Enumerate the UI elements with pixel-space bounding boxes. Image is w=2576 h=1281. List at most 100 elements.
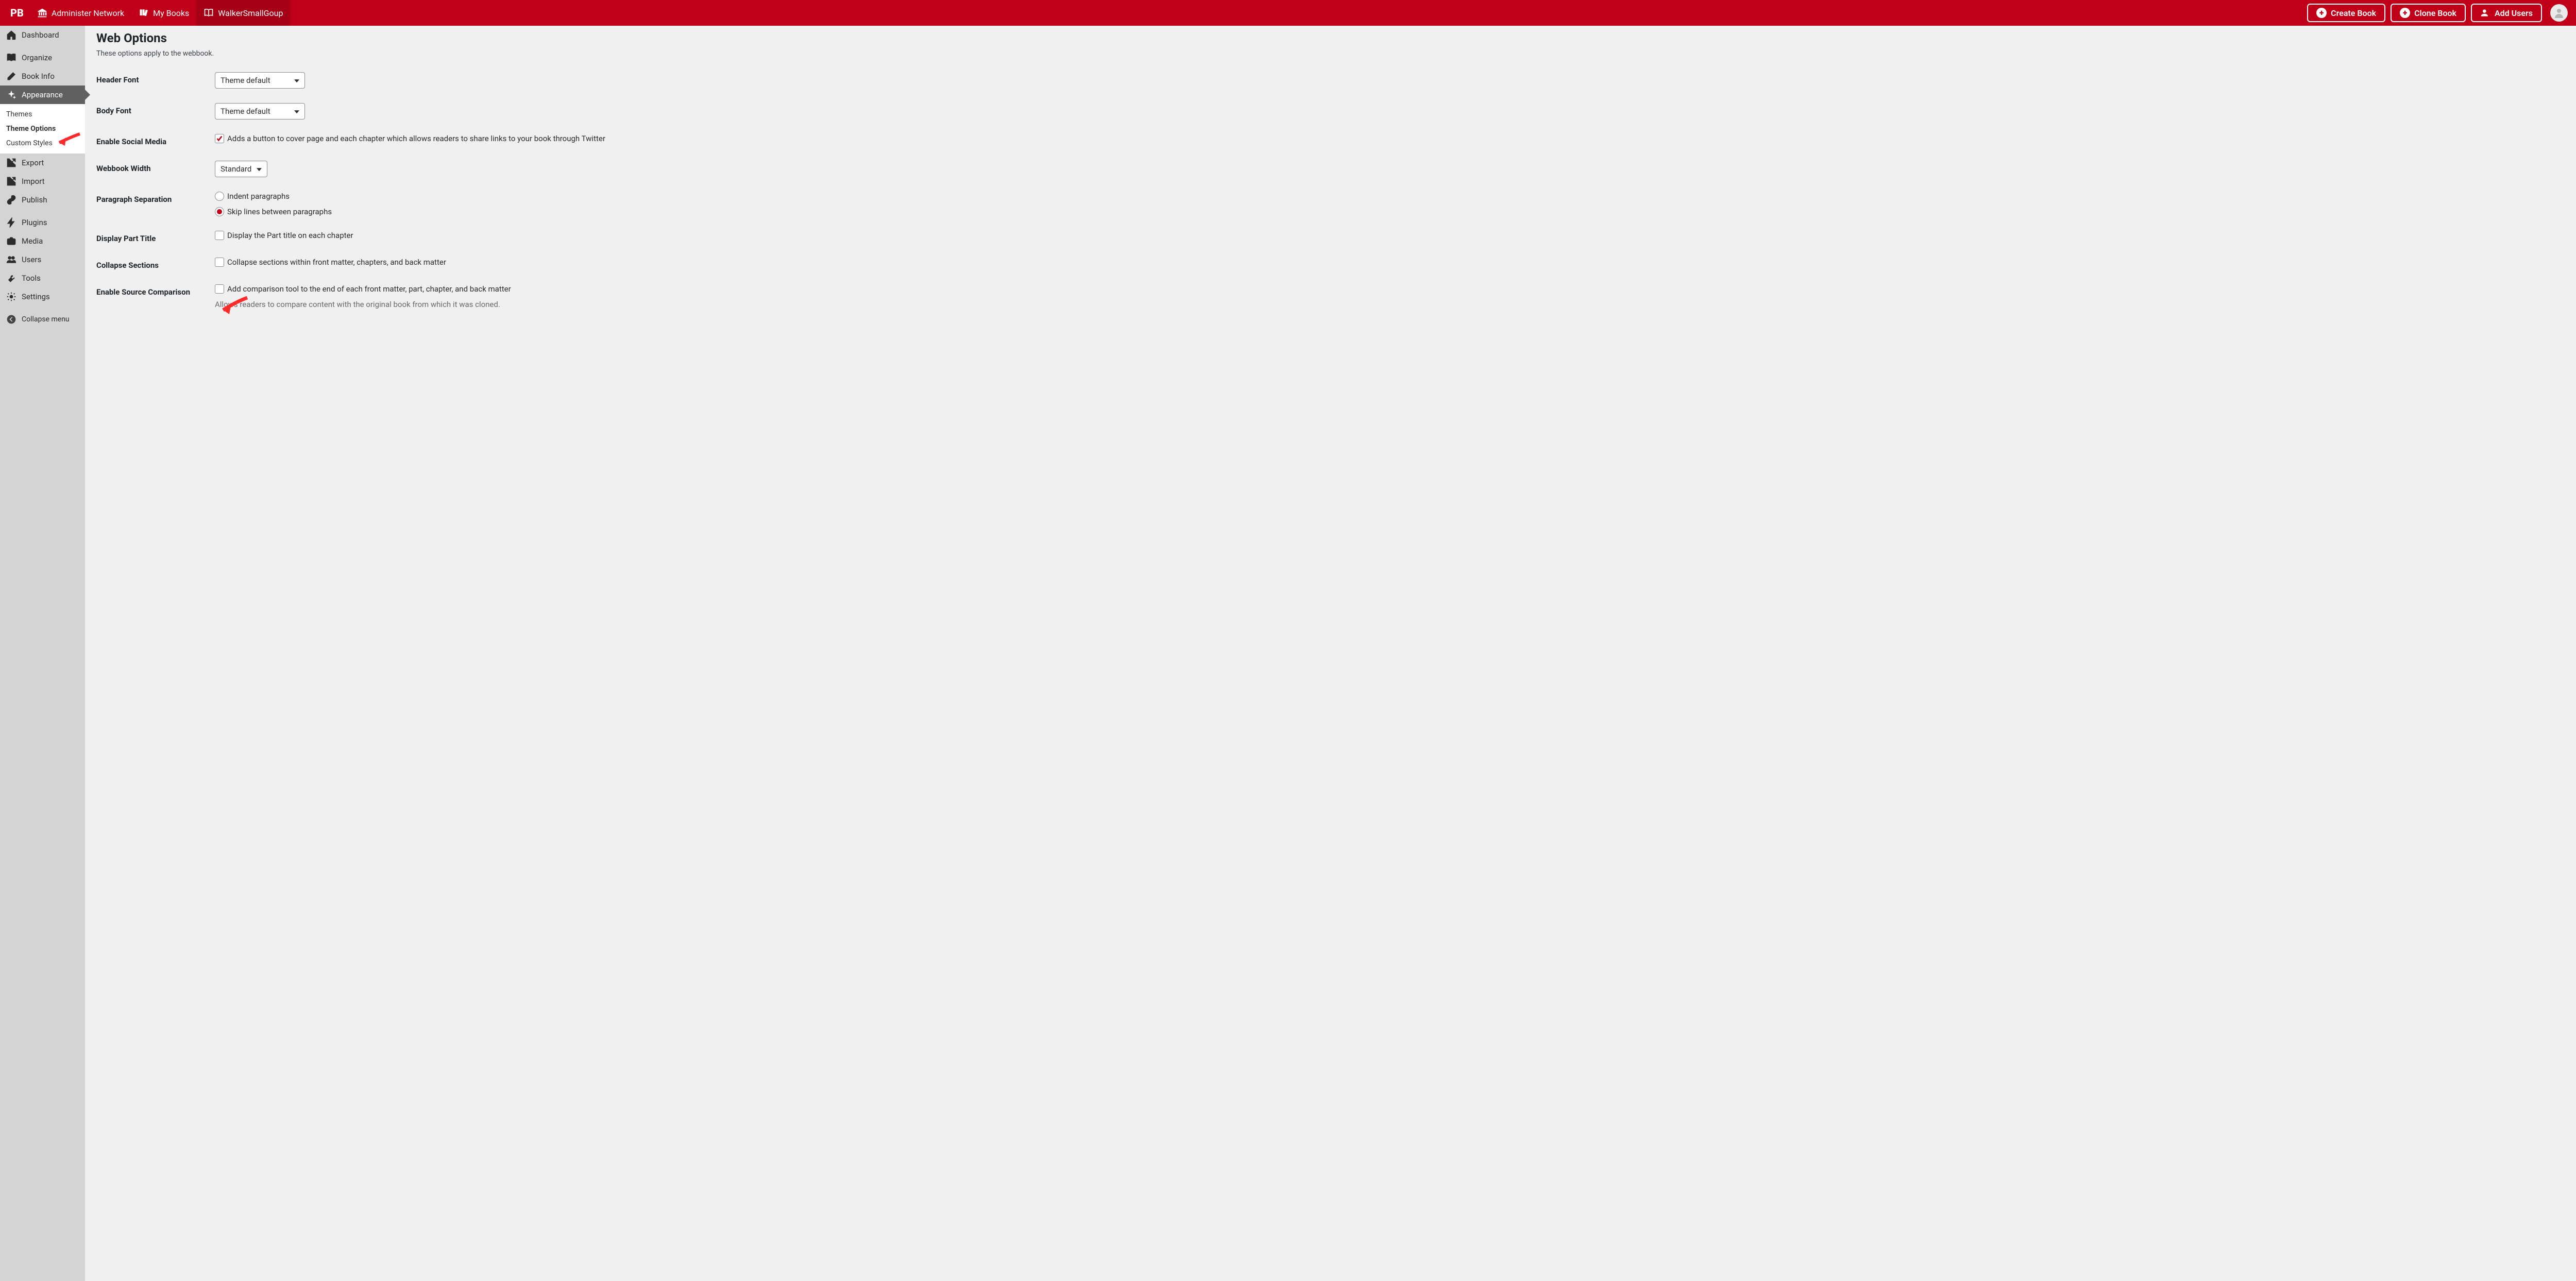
label-header-font: Header Font: [96, 72, 215, 84]
row-webbook-width: Webbook Width Standard: [96, 161, 2565, 177]
gear-icon: [6, 292, 16, 302]
bolt-icon: [6, 217, 16, 228]
page-description: These options apply to the webbook.: [96, 49, 2565, 58]
sidebar-item-label: Appearance: [22, 90, 63, 99]
sidebar-item-tools[interactable]: Tools: [0, 269, 85, 287]
home-icon: [6, 30, 16, 40]
building-icon: [37, 8, 47, 18]
my-books[interactable]: My Books: [131, 0, 196, 26]
checkbox-source-comparison[interactable]: [215, 284, 224, 294]
books-icon: [139, 8, 149, 18]
sidebar-item-label: Tools: [22, 274, 41, 283]
export-icon: [6, 158, 16, 168]
sidebar-item-label: Book Info: [22, 72, 55, 81]
checkbox-display-part-title[interactable]: [215, 231, 224, 240]
sidebar-sub-themes[interactable]: Themes: [0, 107, 85, 122]
sidebar-sub-custom-styles[interactable]: Custom Styles: [0, 136, 85, 150]
label-collapse-sections: Collapse Sections: [96, 258, 215, 270]
add-users-label: Add Users: [2495, 8, 2533, 18]
sidebar-item-book-info[interactable]: Book Info: [0, 67, 85, 86]
sidebar-item-label: Users: [22, 255, 41, 264]
sidebar-item-label: Organize: [22, 53, 52, 62]
wrench-icon: [6, 273, 16, 283]
sidebar-item-label: Publish: [22, 195, 47, 204]
plus-icon: +: [2400, 8, 2410, 18]
sidebar-item-plugins[interactable]: Plugins: [0, 213, 85, 232]
administer-network-label: Administer Network: [52, 8, 124, 18]
sidebar-item-label: Export: [22, 158, 44, 167]
edit-icon: [6, 71, 16, 81]
collapse-menu-label: Collapse menu: [22, 315, 70, 323]
checkbox-social-media-label: Adds a button to cover page and each cha…: [227, 134, 605, 143]
create-book-label: Create Book: [2331, 8, 2376, 18]
sidebar-item-label: Plugins: [22, 218, 47, 227]
plus-icon: +: [2316, 8, 2327, 18]
add-users-button[interactable]: Add Users: [2471, 4, 2542, 22]
sidebar-item-dashboard[interactable]: Dashboard: [0, 26, 85, 44]
label-display-part-title: Display Part Title: [96, 231, 215, 243]
content: Web Options These options apply to the w…: [85, 26, 2576, 1281]
sidebar-item-publish[interactable]: Publish: [0, 191, 85, 209]
label-paragraph-separation: Paragraph Separation: [96, 192, 215, 204]
row-collapse-sections: Collapse Sections Collapse sections with…: [96, 258, 2565, 270]
my-books-label: My Books: [153, 8, 189, 18]
row-paragraph-separation: Paragraph Separation Indent paragraphs S…: [96, 192, 2565, 216]
checkbox-collapse-sections-label: Collapse sections within front matter, c…: [227, 258, 446, 267]
sidebar-item-export[interactable]: Export: [0, 153, 85, 172]
sidebar-item-label: Import: [22, 177, 45, 186]
clone-book-label: Clone Book: [2414, 8, 2456, 18]
select-header-font[interactable]: Theme default: [215, 72, 305, 89]
camera-icon: [6, 236, 16, 246]
row-header-font: Header Font Theme default: [96, 72, 2565, 89]
topbar-right: + Create Book + Clone Book Add Users: [2307, 4, 2572, 22]
checkbox-source-comparison-label: Add comparison tool to the end of each f…: [227, 284, 511, 294]
link-icon: [6, 195, 16, 205]
topbar: PB Administer Network My Books WalkerSma…: [0, 0, 2576, 26]
clone-book-button[interactable]: + Clone Book: [2391, 4, 2466, 22]
administer-network[interactable]: Administer Network: [30, 0, 131, 26]
row-source-comparison: Enable Source Comparison Add comparison …: [96, 284, 2565, 309]
checkbox-display-part-title-label: Display the Part title on each chapter: [227, 231, 353, 240]
select-body-font[interactable]: Theme default: [215, 103, 305, 119]
collapse-icon: [6, 314, 16, 324]
radio-indent-paragraphs-label: Indent paragraphs: [227, 192, 290, 201]
radio-indent-paragraphs[interactable]: [215, 192, 224, 201]
user-plus-icon: [2480, 8, 2490, 18]
collapse-menu[interactable]: Collapse menu: [0, 310, 85, 329]
sidebar-sub-theme-options[interactable]: Theme Options: [0, 122, 85, 136]
avatar[interactable]: [2550, 4, 2568, 22]
label-social-media: Enable Social Media: [96, 134, 215, 146]
book-open-icon: [6, 53, 16, 63]
sidebar-item-organize[interactable]: Organize: [0, 48, 85, 67]
sidebar-item-label: Media: [22, 236, 43, 246]
current-book[interactable]: WalkerSmallGoup: [196, 0, 290, 26]
sidebar-item-label: Settings: [22, 292, 50, 301]
users-icon: [6, 254, 16, 265]
helper-source-comparison: Allows readers to compare content with t…: [215, 300, 2565, 309]
create-book-button[interactable]: + Create Book: [2307, 4, 2385, 22]
select-webbook-width[interactable]: Standard: [215, 161, 267, 177]
row-social-media: Enable Social Media Adds a button to cov…: [96, 134, 2565, 146]
radio-skip-lines-label: Skip lines between paragraphs: [227, 207, 332, 216]
book-icon: [204, 8, 214, 18]
sidebar-item-settings[interactable]: Settings: [0, 287, 85, 306]
topbar-left: PB Administer Network My Books WalkerSma…: [4, 0, 290, 26]
radio-skip-lines[interactable]: [215, 207, 224, 216]
import-icon: [6, 176, 16, 186]
sidebar-item-media[interactable]: Media: [0, 232, 85, 250]
checkbox-social-media[interactable]: [215, 134, 224, 143]
logo[interactable]: PB: [4, 7, 30, 19]
user-icon: [2553, 7, 2565, 19]
sidebar-item-users[interactable]: Users: [0, 250, 85, 269]
sidebar-submenu: Themes Theme Options Custom Styles: [0, 104, 85, 153]
sparkle-icon: [6, 90, 16, 100]
checkbox-collapse-sections[interactable]: [215, 258, 224, 267]
page-title: Web Options: [96, 31, 2565, 45]
label-body-font: Body Font: [96, 103, 215, 115]
sidebar-item-label: Dashboard: [22, 30, 59, 40]
sidebar-item-appearance[interactable]: Appearance: [0, 86, 85, 104]
sidebar-item-import[interactable]: Import: [0, 172, 85, 191]
label-webbook-width: Webbook Width: [96, 161, 215, 173]
label-source-comparison: Enable Source Comparison: [96, 284, 215, 297]
current-book-label: WalkerSmallGoup: [218, 8, 283, 18]
